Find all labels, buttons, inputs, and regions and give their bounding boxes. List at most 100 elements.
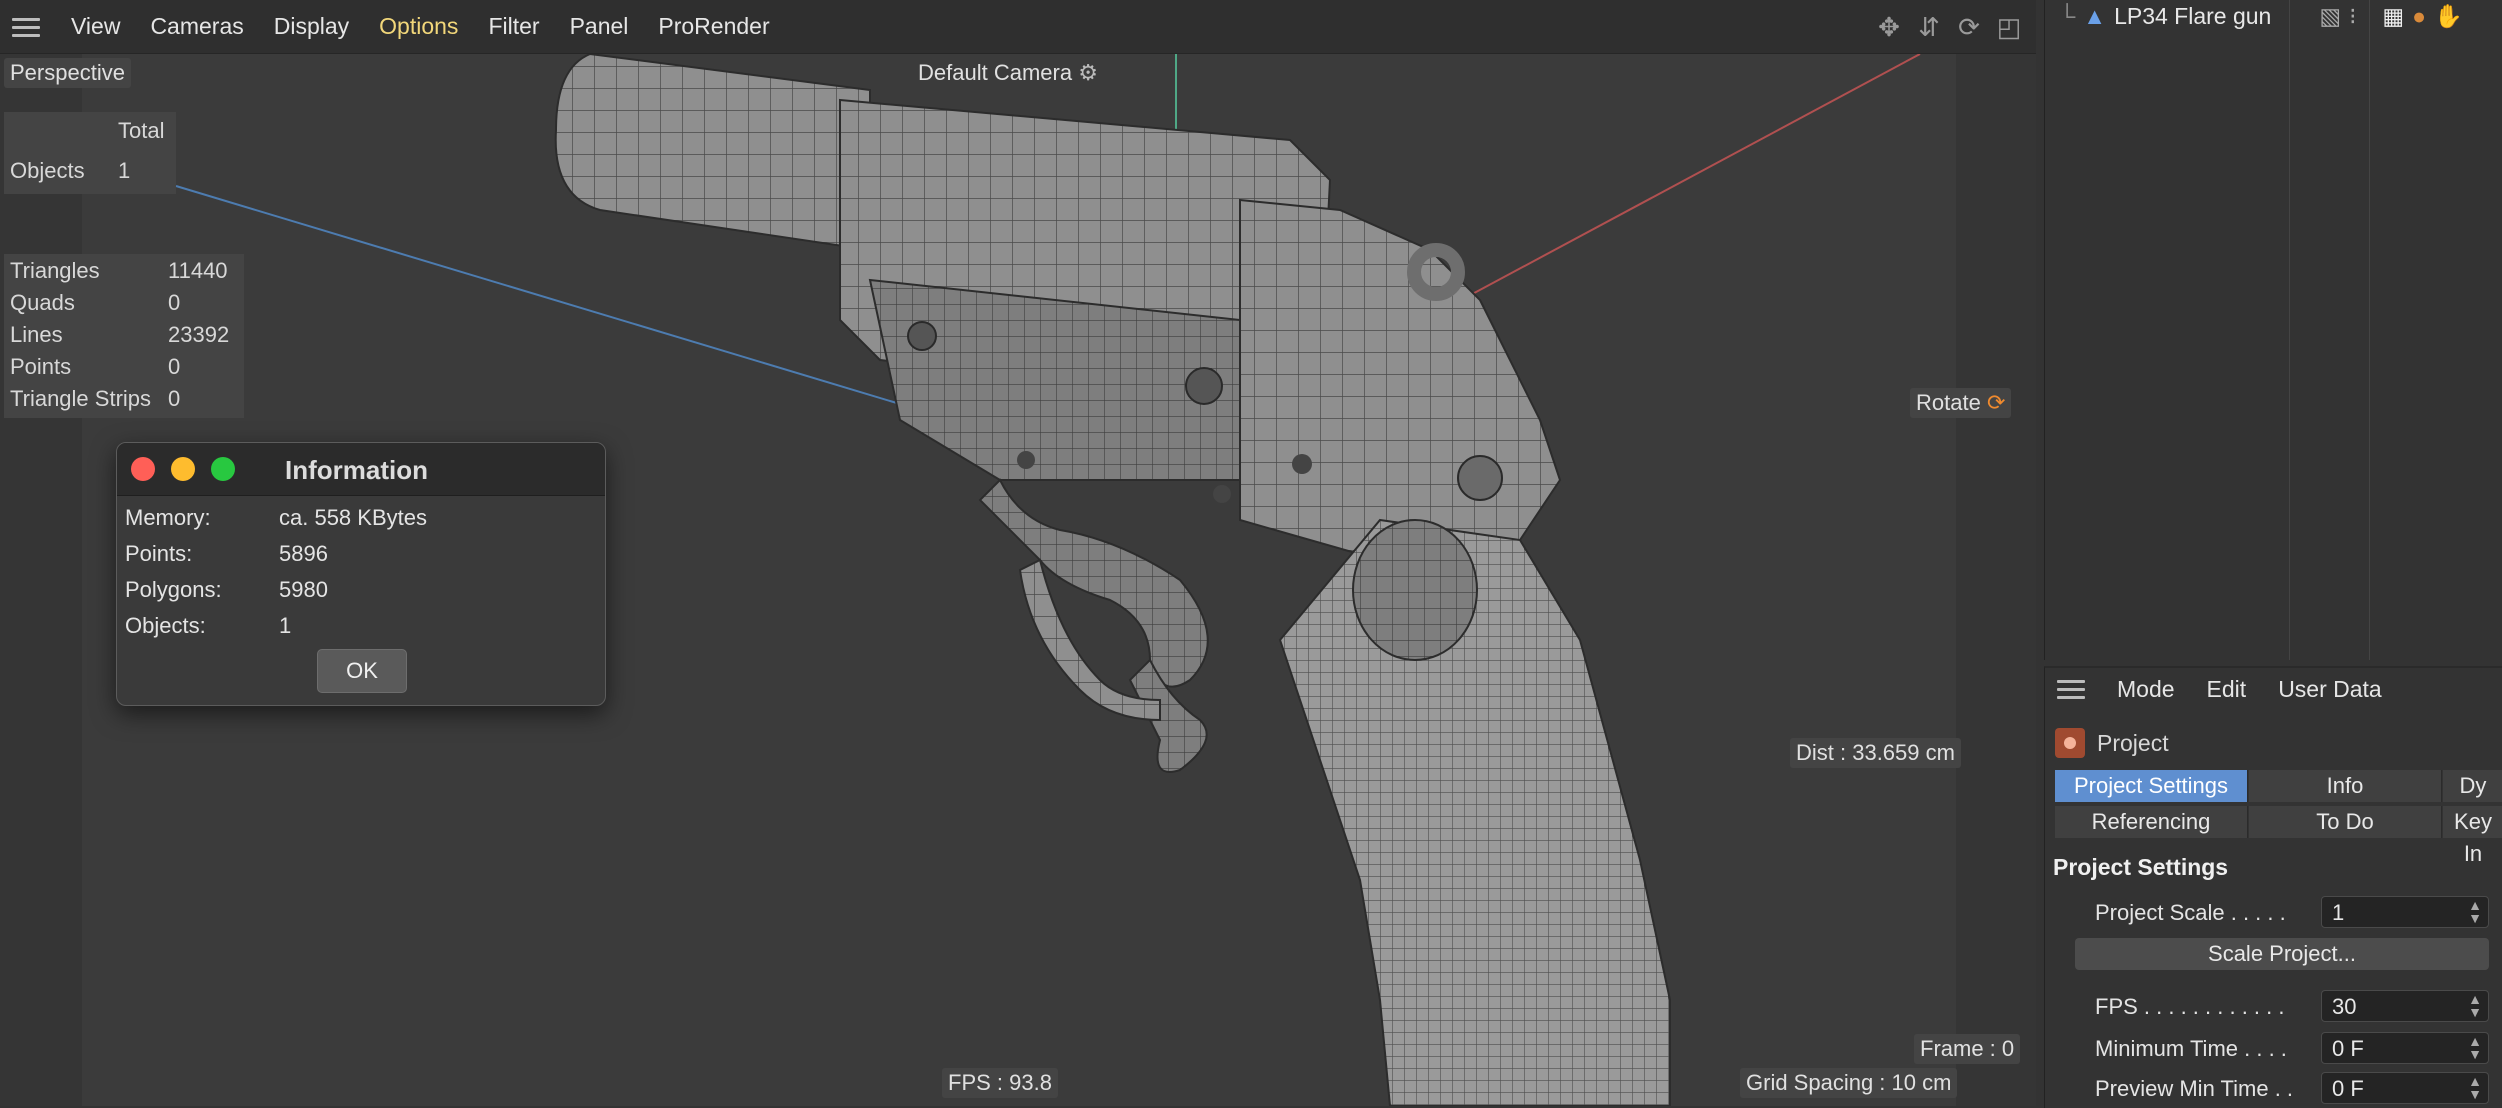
- dialog-title: Information: [285, 455, 428, 485]
- fps-field[interactable]: 30 ▲ ▼: [2321, 990, 2489, 1022]
- tab-project-settings[interactable]: Project Settings: [2055, 770, 2248, 802]
- information-dialog: Information Memory: ca. 558 KBytes Point…: [116, 442, 606, 706]
- tab-referencing[interactable]: Referencing: [2055, 806, 2248, 838]
- objects-value: 1: [118, 158, 131, 183]
- stats-header: Total: [118, 118, 165, 143]
- info-value: 1: [279, 613, 292, 638]
- scale-project-button[interactable]: Scale Project...: [2075, 938, 2489, 970]
- polygon-object-icon: ▲: [2083, 2, 2107, 29]
- preview-min-time-label: Preview Min Time . .: [2095, 1076, 2294, 1101]
- minimum-time-label: Minimum Time . . . .: [2095, 1036, 2287, 1061]
- menu-mode[interactable]: Mode: [2101, 676, 2191, 703]
- hamburger-menu-icon[interactable]: [2057, 679, 2085, 699]
- minimize-window-button[interactable]: [171, 457, 195, 481]
- object-manager: └ ▲ LP34 Flare gun ▧ ⁝ ▦ ● ✋: [2044, 0, 2502, 660]
- objects-label: Objects: [10, 158, 85, 183]
- preview-min-time-field[interactable]: 0 F ▲ ▼: [2321, 1072, 2489, 1104]
- object-title: Project: [2097, 729, 2169, 756]
- triangle-strips-label: Triangle Strips: [10, 386, 152, 411]
- quads-value: 0: [168, 290, 181, 315]
- maximize-view-icon[interactable]: ◰: [1996, 14, 2022, 40]
- edit-tag-icon[interactable]: ▧: [2319, 3, 2341, 30]
- project-scale-field[interactable]: 1 ▲ ▼: [2321, 896, 2489, 928]
- attribute-object-header: Project: [2055, 724, 2169, 762]
- section-heading: Project Settings: [2053, 854, 2229, 880]
- viewport-nav-icons: ✥ ⇵ ⟳ ◰: [1876, 14, 2022, 40]
- close-window-button[interactable]: [131, 457, 155, 481]
- minimum-time-value: 0 F: [2332, 1036, 2364, 1061]
- x-axis-line: [1449, 53, 1921, 307]
- frame-readout: Frame : 0: [1914, 1034, 2021, 1064]
- triangles-value: 11440: [168, 258, 228, 283]
- info-value: 5896: [279, 541, 328, 566]
- tab-info[interactable]: Info: [2249, 770, 2442, 802]
- info-key: Points:: [125, 541, 193, 566]
- menu-options[interactable]: Options: [364, 13, 473, 40]
- quads-label: Quads: [10, 290, 75, 315]
- attribute-manager: Mode Edit User Data Project Project Sett…: [2044, 666, 2502, 1108]
- object-row[interactable]: └ ▲ LP34 Flare gun ▧ ⁝ ▦ ● ✋: [2059, 0, 2463, 32]
- project-scale-label: Project Scale . . . . .: [2095, 900, 2286, 925]
- camera-icon: ⚙: [1078, 60, 1098, 85]
- tab-dynamics[interactable]: Dy: [2443, 770, 2502, 802]
- fps-readout: FPS : 93.8: [942, 1068, 1058, 1098]
- hand-tag-icon[interactable]: ✋: [2434, 3, 2463, 30]
- points-value: 0: [168, 354, 181, 379]
- fps-value: 30: [2332, 994, 2357, 1019]
- triangles-label: Triangles: [10, 258, 100, 283]
- info-key: Memory:: [125, 505, 211, 530]
- fps-label: FPS . . . . . . . . . . . .: [2095, 994, 2285, 1019]
- viewport[interactable]: View Cameras Display Options Filter Pane…: [0, 0, 2036, 1106]
- tab-key-interpolation[interactable]: Key In: [2443, 806, 2502, 866]
- minimum-time-field[interactable]: 0 F ▲ ▼: [2321, 1032, 2489, 1064]
- menu-prorender[interactable]: ProRender: [643, 13, 784, 40]
- stepper-icon[interactable]: ▲ ▼: [2468, 898, 2482, 925]
- info-key: Objects:: [125, 613, 206, 638]
- rotate-hud[interactable]: Rotate ⟳: [1910, 388, 2012, 418]
- maximize-window-button[interactable]: [211, 457, 235, 481]
- rotate-icon: ⟳: [1986, 390, 2006, 415]
- menu-cameras[interactable]: Cameras: [135, 13, 258, 40]
- column-divider: [2369, 0, 2370, 660]
- stepper-icon[interactable]: ▲ ▼: [2468, 992, 2482, 1019]
- camera-label[interactable]: Default Camera ⚙: [912, 58, 1104, 88]
- stepper-icon[interactable]: ▲ ▼: [2468, 1074, 2482, 1101]
- stepper-icon[interactable]: ▲ ▼: [2468, 1034, 2482, 1061]
- attribute-menubar: Mode Edit User Data: [2045, 668, 2502, 710]
- points-label: Points: [10, 354, 72, 379]
- dolly-view-icon[interactable]: ⇵: [1916, 14, 1942, 40]
- visibility-dots-icon[interactable]: ⁝: [2349, 3, 2356, 30]
- menu-view[interactable]: View: [56, 13, 135, 40]
- project-scale-value: 1: [2332, 900, 2345, 925]
- menu-panel[interactable]: Panel: [555, 13, 644, 40]
- menu-display[interactable]: Display: [259, 13, 364, 40]
- dialog-titlebar[interactable]: Information: [117, 443, 605, 496]
- lines-value: 23392: [168, 322, 230, 347]
- lines-label: Lines: [10, 322, 63, 347]
- rotate-label: Rotate: [1916, 390, 1981, 415]
- info-value: ca. 558 KBytes: [279, 505, 427, 530]
- column-divider: [2289, 0, 2290, 660]
- ok-button[interactable]: OK: [317, 649, 407, 693]
- grid-spacing-readout: Grid Spacing : 10 cm: [1740, 1068, 1958, 1098]
- view-mode-label[interactable]: Perspective: [4, 58, 131, 88]
- hud-geometry-table: Triangles 11440 Quads 0 Lines 23392 Poin…: [4, 254, 244, 418]
- rotate-view-icon[interactable]: ⟳: [1956, 14, 1982, 40]
- triangle-strips-value: 0: [168, 386, 181, 411]
- material-tag-icon[interactable]: ●: [2412, 3, 2426, 30]
- preview-min-time-value: 0 F: [2332, 1076, 2364, 1101]
- menu-user-data[interactable]: User Data: [2262, 676, 2398, 703]
- project-settings-icon: [2055, 728, 2085, 758]
- camera-name: Default Camera: [918, 60, 1073, 85]
- distance-readout: Dist : 33.659 cm: [1790, 738, 1961, 768]
- menu-edit[interactable]: Edit: [2191, 676, 2263, 703]
- menu-filter[interactable]: Filter: [473, 13, 554, 40]
- tab-todo[interactable]: To Do: [2249, 806, 2442, 838]
- hamburger-menu-icon[interactable]: [12, 17, 40, 37]
- move-view-icon[interactable]: ✥: [1876, 14, 1902, 40]
- viewport-menubar: View Cameras Display Options Filter Pane…: [0, 0, 2036, 54]
- info-key: Polygons:: [125, 577, 222, 602]
- object-name: LP34 Flare gun: [2114, 2, 2272, 29]
- checker-tag-icon[interactable]: ▦: [2382, 3, 2404, 30]
- hud-objects-table: Total Objects 1: [4, 112, 176, 194]
